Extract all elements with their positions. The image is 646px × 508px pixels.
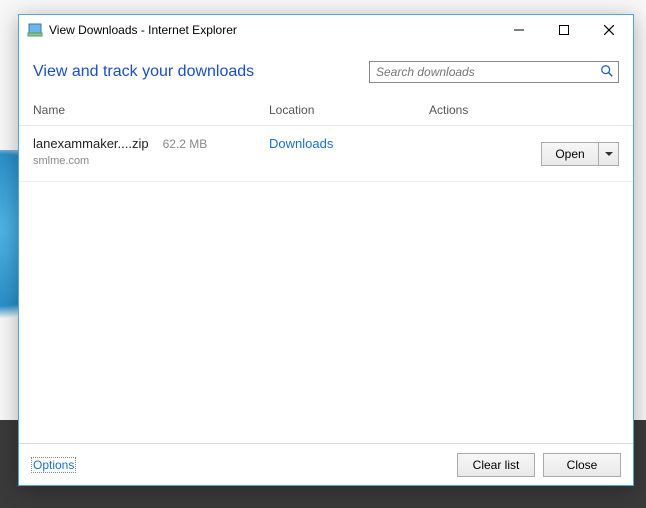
- row-location-cell: Downloads: [269, 136, 429, 151]
- chevron-down-icon: [605, 150, 613, 158]
- close-footer-button[interactable]: Close: [543, 453, 621, 477]
- open-split-button: Open: [541, 142, 619, 166]
- window-controls: [496, 16, 631, 44]
- filename: lanexammaker....zip: [33, 136, 149, 151]
- page-heading: View and track your downloads: [33, 63, 254, 81]
- app-icon: [27, 22, 43, 38]
- filesize: 62.2 MB: [163, 137, 208, 151]
- minimize-button[interactable]: [496, 16, 541, 44]
- row-name-cell: lanexammaker....zip 62.2 MB smlme.com: [33, 136, 269, 167]
- empty-area: [19, 182, 633, 443]
- search-input[interactable]: [369, 61, 619, 83]
- open-button[interactable]: Open: [541, 142, 599, 166]
- file-source: smlme.com: [33, 155, 269, 167]
- col-header-location: Location: [269, 103, 429, 117]
- col-header-actions: Actions: [429, 103, 619, 117]
- clear-list-button[interactable]: Clear list: [457, 453, 535, 477]
- titlebar: View Downloads - Internet Explorer: [19, 15, 633, 45]
- close-button[interactable]: [586, 16, 631, 44]
- download-row: lanexammaker....zip 62.2 MB smlme.com Do…: [19, 126, 633, 182]
- search-wrap: [369, 61, 619, 83]
- open-dropdown-button[interactable]: [599, 142, 619, 166]
- location-link[interactable]: Downloads: [269, 136, 333, 151]
- header-row: View and track your downloads: [19, 45, 633, 97]
- downloads-window: View Downloads - Internet Explorer View …: [18, 14, 634, 486]
- search-icon[interactable]: [600, 64, 614, 81]
- row-action-cell: Open: [429, 136, 619, 166]
- footer: Options Clear list Close: [19, 443, 633, 485]
- window-title: View Downloads - Internet Explorer: [49, 23, 496, 37]
- col-header-name: Name: [33, 103, 269, 117]
- column-headers: Name Location Actions: [19, 97, 633, 126]
- maximize-button[interactable]: [541, 16, 586, 44]
- options-link[interactable]: Options: [31, 457, 76, 473]
